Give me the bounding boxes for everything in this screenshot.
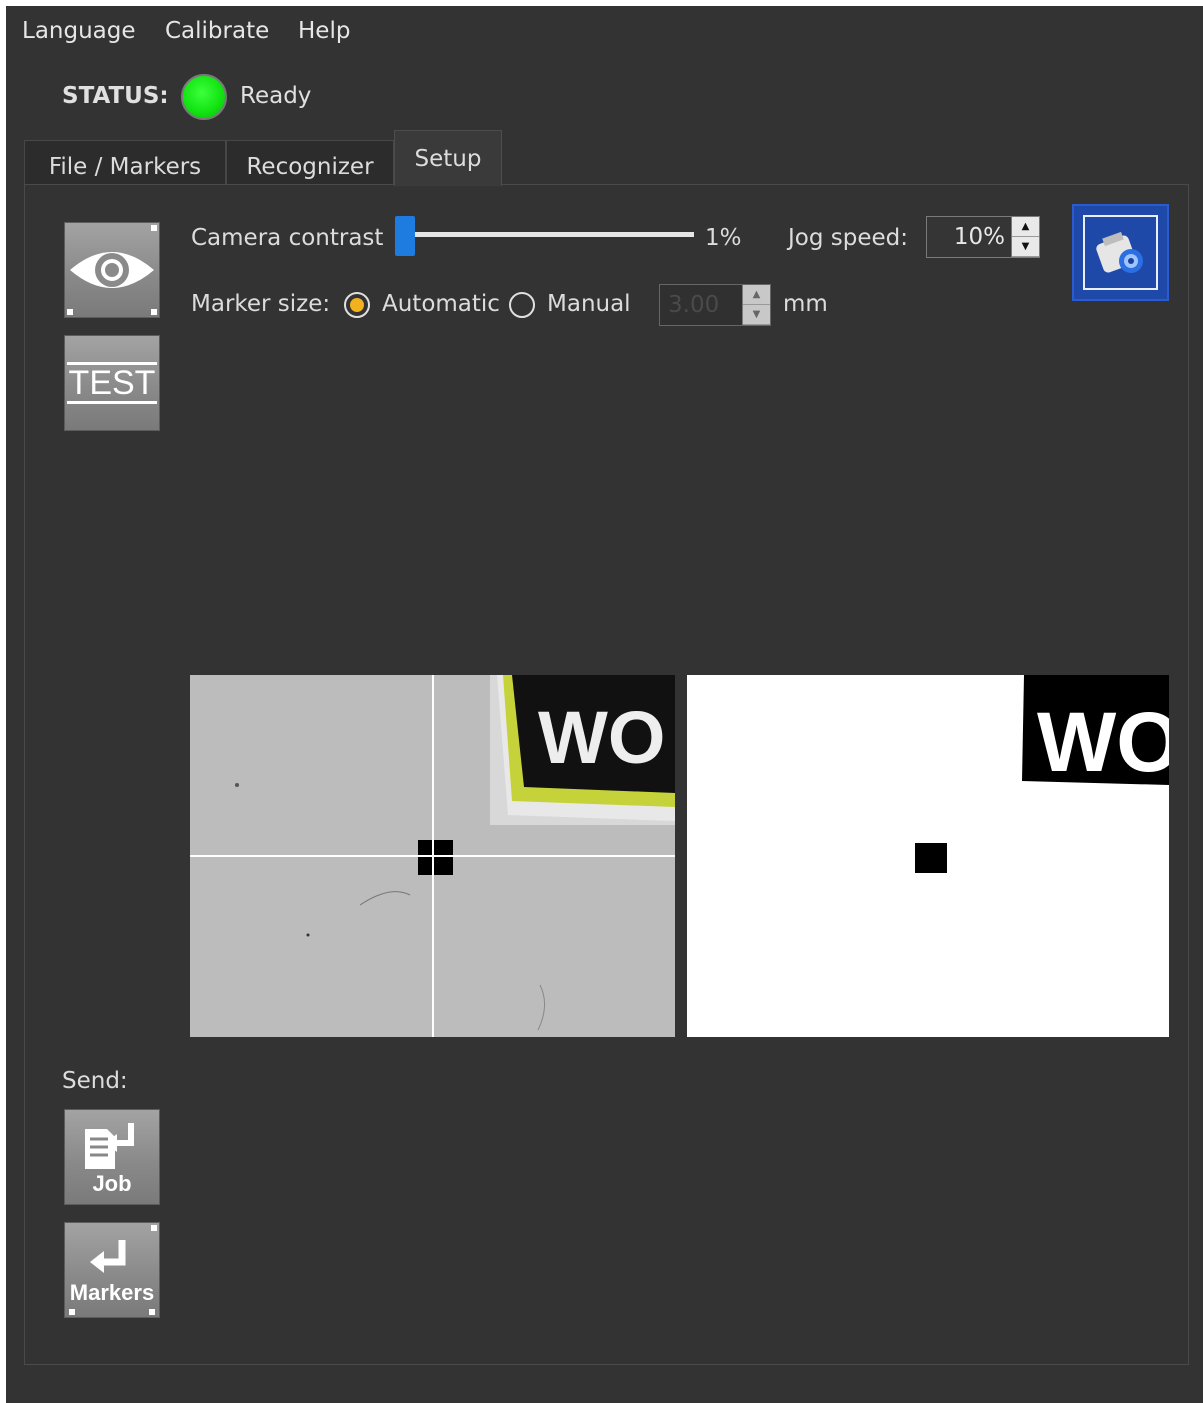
camera-contrast-slider-track[interactable] — [401, 232, 694, 237]
status-label: STATUS: — [62, 83, 169, 109]
jog-speed-value: 10% — [953, 224, 1005, 250]
corner-marker — [151, 1225, 157, 1231]
camera-feed-graphic: WO — [190, 675, 675, 1037]
jog-speed-label: Jog speed: — [788, 225, 908, 251]
spin-down-icon[interactable]: ▼ — [1012, 237, 1039, 257]
test-button[interactable]: TEST — [64, 335, 160, 431]
corner-marker — [151, 225, 157, 231]
camera-icon — [1096, 231, 1143, 273]
send-markers-label: Markers — [69, 1280, 155, 1305]
marker-size-unit: mm — [783, 291, 828, 317]
send-job-label: Job — [92, 1171, 132, 1196]
marker-size-spinbox[interactable]: 3.00 ▲ ▼ — [659, 284, 771, 326]
eye-icon — [70, 252, 154, 288]
app-window: Language Calibrate Help STATUS: Ready Fi… — [6, 6, 1203, 1403]
camera-contrast-slider-handle[interactable] — [395, 216, 415, 256]
marker-size-automatic-label[interactable]: Automatic — [382, 291, 500, 317]
tab-label: Recognizer — [246, 153, 374, 180]
corner-marker — [149, 1309, 155, 1315]
menu-language[interactable]: Language — [22, 18, 136, 44]
spin-down-icon[interactable]: ▼ — [743, 305, 770, 325]
tab-label: File / Markers — [48, 153, 202, 180]
corner-marker — [151, 309, 157, 315]
menu-calibrate[interactable]: Calibrate — [165, 18, 269, 44]
marker-size-automatic-radio[interactable] — [344, 292, 370, 318]
spin-up-icon[interactable]: ▲ — [1012, 217, 1039, 237]
corner-marker — [69, 1309, 75, 1315]
send-job-icon — [85, 1123, 134, 1169]
marker-size-value: 3.00 — [668, 292, 720, 318]
marker-size-label: Marker size: — [191, 291, 331, 317]
sign-text-right: WO — [1037, 695, 1169, 789]
camera-contrast-value: 1% — [705, 225, 742, 251]
camera-view-raw[interactable]: WO — [190, 675, 675, 1037]
send-job-button[interactable]: Job — [64, 1109, 160, 1205]
camera-contrast-label: Camera contrast — [191, 225, 384, 251]
send-markers-icon — [90, 1240, 126, 1273]
status-indicator-led — [181, 74, 227, 120]
camera-view-threshold[interactable]: WO — [687, 675, 1169, 1037]
jog-speed-spin-buttons: ▲ ▼ — [1011, 217, 1039, 257]
tab-setup[interactable]: Setup — [394, 130, 502, 186]
marker-size-manual-label[interactable]: Manual — [547, 291, 631, 317]
send-markers-button[interactable]: Markers — [64, 1222, 160, 1318]
marker-size-spin-buttons: ▲ ▼ — [742, 285, 770, 325]
threshold-feed-graphic: WO — [687, 675, 1169, 1037]
jog-speed-spinbox[interactable]: 10% ▲ ▼ — [926, 216, 1040, 258]
corner-marker — [67, 309, 73, 315]
sign-text-left: WO — [538, 696, 665, 779]
marker-size-manual-radio[interactable] — [509, 292, 535, 318]
camera-button-frame — [1083, 215, 1158, 290]
tab-label: Setup — [414, 145, 482, 172]
test-button-label: TEST — [66, 362, 158, 404]
status-text: Ready — [240, 83, 312, 109]
camera-settings-button[interactable] — [1072, 204, 1169, 301]
spin-up-icon[interactable]: ▲ — [743, 285, 770, 305]
view-camera-button[interactable] — [64, 222, 160, 318]
menu-help[interactable]: Help — [298, 18, 350, 44]
send-label: Send: — [62, 1068, 128, 1094]
